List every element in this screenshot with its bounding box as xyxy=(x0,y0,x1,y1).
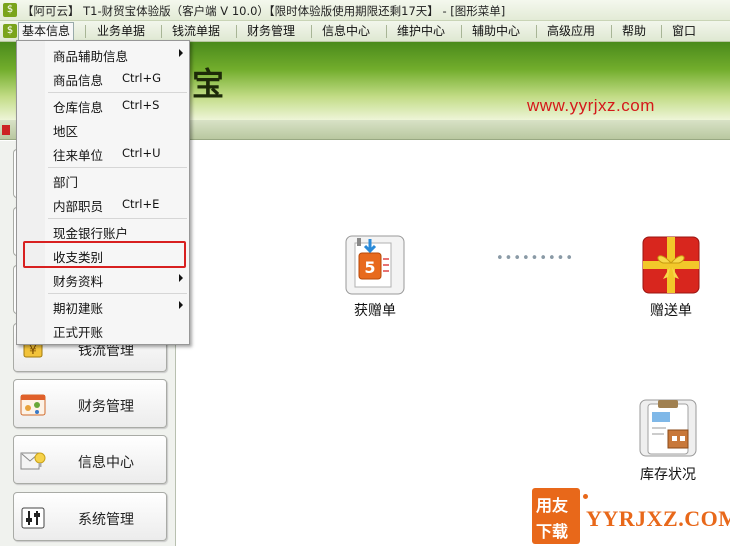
brand-title: 宝 xyxy=(192,65,225,103)
received-gift-doc-icon: 5 xyxy=(345,235,405,295)
menu-shortcut: Ctrl+S xyxy=(122,98,160,112)
menu-separator xyxy=(311,25,312,38)
watermark-logo: 用友 下载 xyxy=(532,488,580,544)
flow-connector-dots: ••••••••• xyxy=(496,251,575,266)
desktop-icon-label: 赠送单 xyxy=(650,303,692,319)
highlight-annotation-box xyxy=(23,241,186,268)
menu-item-region[interactable]: 地区 xyxy=(18,117,188,141)
menu-cash-flow-docs[interactable]: 钱流单据 xyxy=(169,23,223,40)
menu-item-warehouse-info[interactable]: 仓库信息 Ctrl+S xyxy=(18,93,188,117)
submenu-arrow-icon xyxy=(179,301,183,309)
menu-separator xyxy=(461,25,462,38)
inventory-clipboard-icon xyxy=(639,399,697,457)
nav-button-finance[interactable]: 财务管理 xyxy=(13,379,167,428)
menu-item-label: 内部职员 xyxy=(53,199,104,214)
menu-business-docs[interactable]: 业务单据 xyxy=(94,23,148,40)
submenu-arrow-icon xyxy=(179,274,183,282)
svg-text:¥: ¥ xyxy=(29,343,37,357)
desktop-icon-label: 获赠单 xyxy=(354,303,396,319)
menu-bar: $ 基本信息 业务单据 钱流单据 财务管理 信息中心 维护中心 辅助中心 高级应… xyxy=(0,21,730,42)
app-menu-icon[interactable]: $ xyxy=(3,24,17,38)
desktop-icon-gift-send[interactable]: 赠送单 xyxy=(636,233,706,319)
menu-item-staff[interactable]: 内部职员 Ctrl+E xyxy=(18,192,188,216)
menu-separator xyxy=(236,25,237,38)
menu-shortcut: Ctrl+E xyxy=(122,197,160,211)
menu-separator xyxy=(536,25,537,38)
app-logo-icon: $ xyxy=(3,3,17,17)
menu-separator xyxy=(386,25,387,38)
window-title: 【阿可云】 T1-财贸宝体验版（客户端 V 10.0）【限时体验版使用期限还剩1… xyxy=(22,4,506,18)
menu-item-label: 仓库信息 xyxy=(53,100,104,115)
menu-separator xyxy=(161,25,162,38)
svg-text:5: 5 xyxy=(364,258,375,277)
menu-item-label: 正式开账 xyxy=(53,325,104,340)
tab-marker-icon[interactable] xyxy=(2,125,10,135)
nav-button-info-center[interactable]: 信息中心 xyxy=(13,435,167,484)
menu-item-label: 现金银行账户 xyxy=(53,226,129,241)
menu-item-product-aux-info[interactable]: 商品辅助信息 xyxy=(18,42,188,66)
menu-item-formal-open[interactable]: 正式开账 xyxy=(18,318,188,342)
nav-label: 信息中心 xyxy=(78,455,134,471)
main-desktop xyxy=(177,141,730,546)
menu-item-department[interactable]: 部门 xyxy=(18,168,188,192)
menu-window[interactable]: 窗口 xyxy=(669,23,699,40)
watermark-dot xyxy=(583,494,588,499)
watermark-line2: 下载 xyxy=(536,522,569,541)
menu-item-label: 财务资料 xyxy=(53,274,104,289)
menu-item-opening-setup[interactable]: 期初建账 xyxy=(18,294,188,318)
menu-separator xyxy=(661,25,662,38)
menu-separator xyxy=(611,25,612,38)
gift-box-icon xyxy=(642,236,700,294)
desktop-icon-inventory[interactable]: 库存状况 xyxy=(632,396,704,484)
nav-button-system[interactable]: 系统管理 xyxy=(13,492,167,541)
menu-help[interactable]: 帮助 xyxy=(619,23,649,40)
watermark-text: YYRJXZ.COM xyxy=(586,506,730,531)
watermark-line1: 用友 xyxy=(536,496,569,515)
menu-item-label: 期初建账 xyxy=(53,301,104,316)
finance-icon xyxy=(20,394,46,416)
menu-shortcut: Ctrl+G xyxy=(122,71,162,85)
menu-item-label: 地区 xyxy=(53,124,79,139)
menu-item-financial-data[interactable]: 财务资料 xyxy=(18,267,188,291)
system-settings-icon xyxy=(21,507,45,529)
menu-assist-center[interactable]: 辅助中心 xyxy=(469,23,523,40)
menu-info-center[interactable]: 信息中心 xyxy=(319,23,373,40)
menu-separator xyxy=(85,25,86,38)
basic-info-dropdown: 商品辅助信息 商品信息 Ctrl+G 仓库信息 Ctrl+S 地区 往来单位 C… xyxy=(16,40,190,345)
menu-item-product-info[interactable]: 商品信息 Ctrl+G xyxy=(18,66,188,90)
menu-item-cash-bank-account[interactable]: 现金银行账户 xyxy=(18,219,188,243)
info-center-icon xyxy=(20,452,46,470)
nav-label: 系统管理 xyxy=(78,512,134,528)
app-window: $ 【阿可云】 T1-财贸宝体验版（客户端 V 10.0）【限时体验版使用期限还… xyxy=(0,0,730,546)
menu-item-trading-partners[interactable]: 往来单位 Ctrl+U xyxy=(18,141,188,165)
menu-basic-info[interactable]: 基本信息 xyxy=(18,22,75,42)
nav-label: 财务管理 xyxy=(78,399,134,415)
submenu-arrow-icon xyxy=(179,49,183,57)
desktop-icon-label: 库存状况 xyxy=(640,467,696,483)
menu-advanced[interactable]: 高级应用 xyxy=(544,23,598,40)
menu-item-label: 部门 xyxy=(53,175,79,190)
menu-finance[interactable]: 财务管理 xyxy=(244,23,298,40)
title-bar: $ 【阿可云】 T1-财贸宝体验版（客户端 V 10.0）【限时体验版使用期限还… xyxy=(0,0,730,21)
desktop-icon-received-gift[interactable]: 5 获赠单 xyxy=(340,233,410,319)
menu-maintenance[interactable]: 维护中心 xyxy=(394,23,448,40)
menu-item-label: 商品信息 xyxy=(53,73,104,88)
menu-item-label: 商品辅助信息 xyxy=(53,49,129,64)
menu-shortcut: Ctrl+U xyxy=(122,146,161,160)
site-url-text: www.yyrjxz.com xyxy=(527,96,655,115)
menu-item-label: 往来单位 xyxy=(53,148,104,163)
